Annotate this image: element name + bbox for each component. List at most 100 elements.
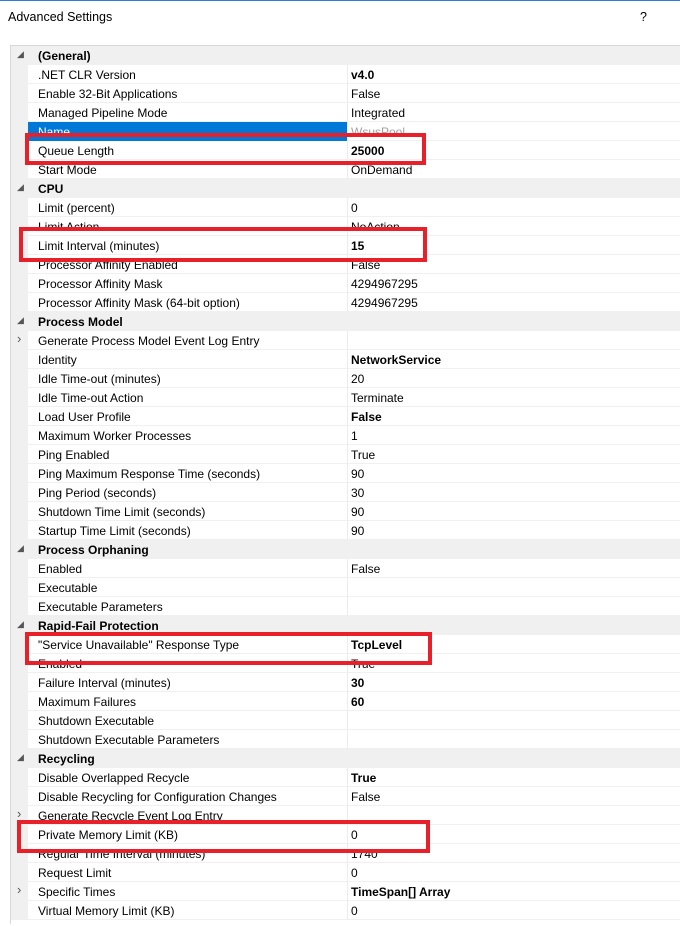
property-name: Shutdown Executable Parameters <box>38 733 220 747</box>
property-row[interactable]: Executable <box>11 578 680 597</box>
column-divider <box>347 483 348 502</box>
property-value[interactable]: True <box>351 448 375 462</box>
property-row[interactable]: Ping Period (seconds) 30 <box>11 483 680 502</box>
property-row[interactable]: Ping Enabled True <box>11 445 680 464</box>
property-grid[interactable]: ◢ (General) .NET CLR Version v4.0 Enable 32-… <box>10 45 680 924</box>
property-row[interactable]: Managed Pipeline Mode Integrated <box>11 103 680 122</box>
property-row[interactable]: › Generate Process Model Event Log Entry <box>11 331 680 350</box>
property-row[interactable]: .NET CLR Version v4.0 <box>11 65 680 84</box>
row-gutter <box>11 293 28 312</box>
collapse-icon[interactable]: ◢ <box>17 315 24 326</box>
column-divider <box>347 350 348 369</box>
property-row[interactable]: Processor Affinity Mask (64-bit option) 4… <box>11 293 680 312</box>
category-row[interactable]: ◢ Process Orphaning <box>11 540 680 559</box>
property-value[interactable]: 90 <box>351 467 364 481</box>
row-gutter: ◢ <box>11 179 28 198</box>
property-value[interactable]: Integrated <box>351 106 405 120</box>
expand-chevron-icon[interactable]: › <box>17 331 21 346</box>
property-row[interactable]: Limit (percent) 0 <box>11 198 680 217</box>
property-row[interactable]: Shutdown Time Limit (seconds) 90 <box>11 502 680 521</box>
row-gutter <box>11 521 28 540</box>
property-row[interactable]: Request Limit 0 <box>11 863 680 882</box>
property-value[interactable]: 0 <box>351 201 358 215</box>
column-divider <box>347 882 348 901</box>
property-value[interactable]: 4294967295 <box>351 277 418 291</box>
property-name: Managed Pipeline Mode <box>38 106 168 120</box>
title-bar: Advanced Settings ? <box>0 0 680 36</box>
collapse-icon[interactable]: ◢ <box>17 543 24 554</box>
collapse-icon[interactable]: ◢ <box>17 619 24 630</box>
row-gutter <box>11 84 28 103</box>
highlight-queue-length <box>25 133 426 165</box>
property-value[interactable]: False <box>351 410 382 424</box>
property-name: Generate Process Model Event Log Entry <box>38 334 260 348</box>
property-value[interactable]: TimeSpan[] Array <box>351 885 450 899</box>
property-row[interactable]: Idle Time-out Action Terminate <box>11 388 680 407</box>
property-name: Load User Profile <box>38 410 131 424</box>
property-name: Processor Affinity Mask <box>38 277 163 291</box>
property-row[interactable]: Startup Time Limit (seconds) 90 <box>11 521 680 540</box>
property-value[interactable]: False <box>351 790 380 804</box>
expand-chevron-icon[interactable]: › <box>17 882 21 897</box>
property-row[interactable]: Shutdown Executable Parameters <box>11 730 680 749</box>
property-value[interactable]: 90 <box>351 524 364 538</box>
property-value[interactable]: 90 <box>351 505 364 519</box>
property-name: Start Mode <box>38 163 97 177</box>
row-gutter <box>11 787 28 806</box>
column-divider <box>347 464 348 483</box>
row-gutter <box>11 274 28 293</box>
property-value[interactable]: 4294967295 <box>351 296 418 310</box>
property-value[interactable]: OnDemand <box>351 163 412 177</box>
property-row[interactable]: Executable Parameters <box>11 597 680 616</box>
property-row[interactable]: Enable 32-Bit Applications False <box>11 84 680 103</box>
column-divider <box>347 692 348 711</box>
column-divider <box>347 293 348 312</box>
property-row[interactable]: Ping Maximum Response Time (seconds) 90 <box>11 464 680 483</box>
property-value[interactable]: False <box>351 562 380 576</box>
collapse-icon[interactable]: ◢ <box>17 752 24 763</box>
category-row[interactable]: ◢ Process Model <box>11 312 680 331</box>
property-row[interactable]: Idle Time-out (minutes) 20 <box>11 369 680 388</box>
property-row[interactable]: Virtual Memory Limit (KB) 0 <box>11 901 680 920</box>
property-row[interactable]: Identity NetworkService <box>11 350 680 369</box>
collapse-icon[interactable]: ◢ <box>17 49 24 60</box>
property-value[interactable]: 1 <box>351 429 358 443</box>
property-name: Ping Maximum Response Time (seconds) <box>38 467 261 481</box>
property-value[interactable]: 60 <box>351 695 364 709</box>
property-row[interactable]: Processor Affinity Mask 4294967295 <box>11 274 680 293</box>
property-row[interactable]: Disable Recycling for Configuration Chan… <box>11 787 680 806</box>
property-value[interactable]: True <box>351 771 376 785</box>
title-accent-line <box>0 0 680 1</box>
property-row[interactable]: Failure Interval (minutes) 30 <box>11 673 680 692</box>
row-gutter <box>11 369 28 388</box>
help-button[interactable]: ? <box>640 10 647 24</box>
collapse-icon[interactable]: ◢ <box>17 182 24 193</box>
property-value[interactable]: 0 <box>351 866 358 880</box>
property-row[interactable]: Load User Profile False <box>11 407 680 426</box>
property-value[interactable]: 20 <box>351 372 364 386</box>
column-divider <box>347 730 348 749</box>
property-name: Shutdown Time Limit (seconds) <box>38 505 206 519</box>
category-label: (General) <box>38 49 91 63</box>
row-gutter: ◢ <box>11 749 28 768</box>
category-row[interactable]: ◢ CPU <box>11 179 680 198</box>
property-row[interactable]: Maximum Worker Processes 1 <box>11 426 680 445</box>
property-value[interactable]: NetworkService <box>351 353 441 367</box>
property-value[interactable]: 0 <box>351 904 358 918</box>
property-row[interactable]: › Specific Times TimeSpan[] Array <box>11 882 680 901</box>
category-row[interactable]: ◢ Recycling <box>11 749 680 768</box>
property-row[interactable]: Shutdown Executable <box>11 711 680 730</box>
property-row[interactable]: Disable Overlapped Recycle True <box>11 768 680 787</box>
property-value[interactable]: Terminate <box>351 391 404 405</box>
category-label: CPU <box>38 182 64 196</box>
expand-chevron-icon[interactable]: › <box>17 806 21 821</box>
property-row[interactable]: Enabled False <box>11 559 680 578</box>
property-value[interactable]: 30 <box>351 676 364 690</box>
property-value[interactable]: v4.0 <box>351 68 374 82</box>
row-gutter <box>11 198 28 217</box>
property-value[interactable]: 30 <box>351 486 364 500</box>
category-row[interactable]: ◢ (General) <box>11 46 680 65</box>
property-row[interactable]: Maximum Failures 60 <box>11 692 680 711</box>
property-value[interactable]: False <box>351 87 380 101</box>
column-divider <box>347 84 348 103</box>
